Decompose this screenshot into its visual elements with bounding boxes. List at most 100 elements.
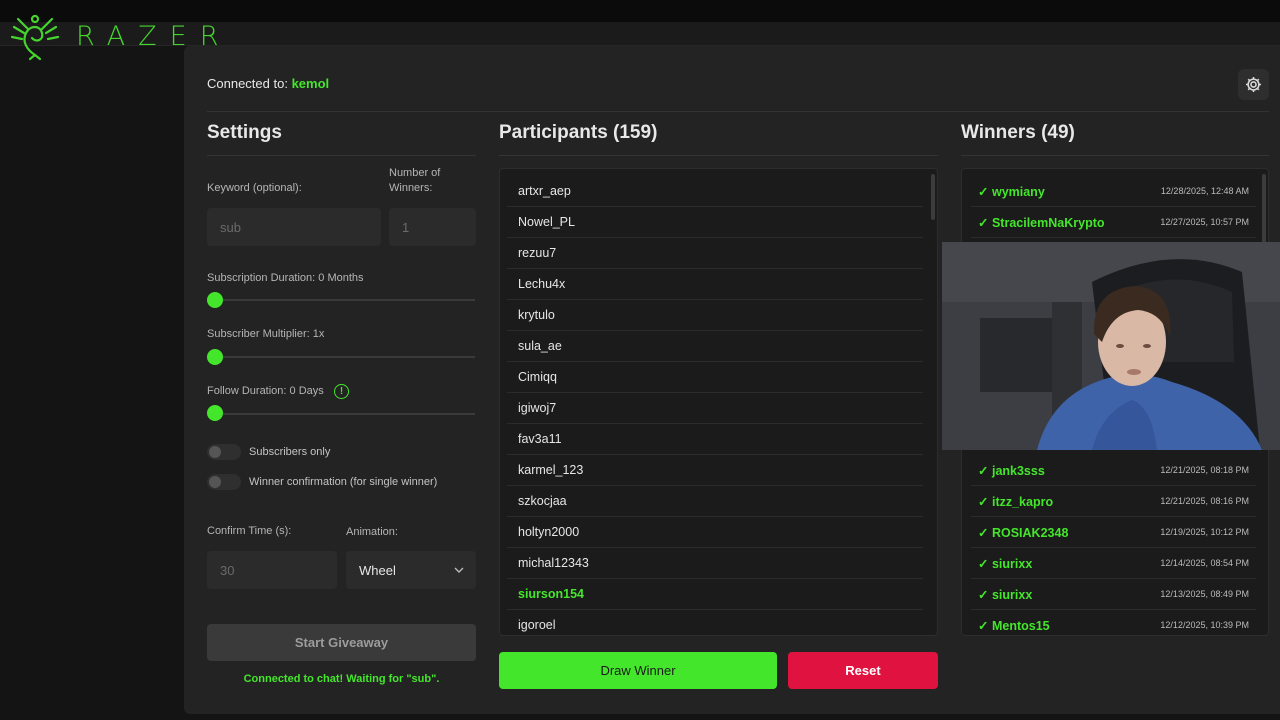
winner-row[interactable]: ✓ siurixx 12/13/2025, 08:49 PM	[971, 579, 1256, 610]
confirm-time-label: Confirm Time (s):	[207, 525, 292, 537]
razer-logo: RAZER	[8, 10, 231, 62]
participant-row[interactable]: Nowel_PL	[507, 207, 923, 238]
winner-date: 12/27/2025, 10:57 PM	[1160, 217, 1249, 227]
winner-date: 12/28/2025, 12:48 AM	[1160, 186, 1249, 196]
winner-row[interactable]: ✓ jank3sss 12/21/2025, 08:18 PM	[971, 455, 1256, 486]
winner-confirmation-label: Winner confirmation (for single winner)	[249, 476, 438, 488]
winner-name-text: ROSIAK2348	[991, 525, 1069, 540]
winner-row[interactable]: ✓ itzz_kapro 12/21/2025, 08:16 PM	[971, 486, 1256, 517]
razer-snake-icon	[10, 14, 60, 61]
winner-name-text: wymiany	[991, 184, 1045, 199]
chevron-down-icon	[454, 567, 464, 573]
animation-select[interactable]: Wheel	[346, 551, 476, 589]
winner-confirmation-toggle[interactable]	[207, 474, 241, 490]
participant-row[interactable]: holtyn2000	[507, 517, 923, 548]
subscription-duration-handle[interactable]	[207, 292, 223, 308]
participant-row[interactable]: fav3a11	[507, 424, 923, 455]
connected-prefix: Connected to:	[207, 76, 288, 91]
winner-name: ✓ siurixx	[978, 556, 1032, 571]
reset-button[interactable]: Reset	[788, 652, 938, 689]
participants-list[interactable]: artxr_aep Nowel_PL rezuu7 Lechu4x krytulo sul…	[499, 168, 938, 636]
winner-date: 12/19/2025, 10:12 PM	[1160, 527, 1249, 537]
participant-row[interactable]: igiwoj7	[507, 393, 923, 424]
check-icon: ✓	[978, 556, 989, 571]
gear-icon	[1245, 76, 1262, 93]
subscriber-multiplier-handle[interactable]	[207, 349, 223, 365]
settings-button[interactable]	[1238, 69, 1269, 100]
winner-date: 12/21/2025, 08:18 PM	[1160, 465, 1249, 475]
check-icon: ✓	[978, 494, 989, 509]
subscription-duration-slider[interactable]	[215, 299, 475, 301]
animation-label: Animation:	[346, 526, 398, 538]
subscriber-multiplier-slider[interactable]	[215, 356, 475, 358]
draw-winner-button[interactable]: Draw Winner	[499, 652, 777, 689]
participant-row[interactable]: artxr_aep	[507, 176, 923, 207]
keyword-label: Keyword (optional):	[207, 182, 302, 194]
streamer-webcam-image	[942, 242, 1280, 450]
header-divider	[207, 111, 1269, 112]
webcam-overlay	[942, 242, 1280, 450]
keyword-input[interactable]: sub	[207, 208, 381, 246]
razer-wordmark: RAZER	[76, 20, 232, 52]
winner-name: ✓ ROSIAK2348	[978, 525, 1068, 540]
participant-row[interactable]: siurson154	[507, 579, 923, 610]
winner-name-text: StracilemNaKrypto	[991, 215, 1105, 230]
winner-row[interactable]: ✓ siurixx 12/14/2025, 08:54 PM	[971, 548, 1256, 579]
winners-title: Winners (49)	[961, 122, 1075, 143]
winner-date: 12/14/2025, 08:54 PM	[1160, 558, 1249, 568]
follow-duration-label: Follow Duration: 0 Days	[207, 385, 324, 397]
animation-selected: Wheel	[359, 562, 396, 578]
winner-date: 12/21/2025, 08:16 PM	[1160, 496, 1249, 506]
start-giveaway-button[interactable]: Start Giveaway	[207, 624, 476, 661]
check-icon: ✓	[978, 463, 989, 478]
channel-name: kemol	[291, 76, 330, 91]
winner-date: 12/12/2025, 10:39 PM	[1160, 620, 1249, 630]
follow-duration-handle[interactable]	[207, 405, 223, 421]
participants-divider	[499, 155, 938, 156]
participant-row[interactable]: rezuu7	[507, 238, 923, 269]
winner-name: ✓ StracilemNaKrypto	[978, 215, 1105, 230]
info-icon[interactable]: !	[334, 384, 349, 399]
winner-row[interactable]: ✓ StracilemNaKrypto 12/27/2025, 10:57 PM	[971, 207, 1256, 238]
check-icon: ✓	[978, 525, 989, 540]
winner-name: ✓ itzz_kapro	[978, 494, 1053, 509]
winner-row[interactable]: ✓ wymiany 12/28/2025, 12:48 AM	[971, 176, 1256, 207]
winner-name-text: Mentos15	[991, 618, 1050, 633]
winner-name: ✓ wymiany	[978, 184, 1045, 199]
winner-name-text: siurixx	[991, 587, 1033, 602]
settings-divider	[207, 155, 476, 156]
participant-row[interactable]: Lechu4x	[507, 269, 923, 300]
subscription-duration-label: Subscription Duration: 0 Months	[207, 272, 364, 284]
participant-row[interactable]: karmel_123	[507, 455, 923, 486]
participant-row[interactable]: krytulo	[507, 300, 923, 331]
winner-name-text: itzz_kapro	[991, 494, 1054, 509]
winner-row[interactable]: ✓ ROSIAK2348 12/19/2025, 10:12 PM	[971, 517, 1256, 548]
participants-scrollbar[interactable]	[931, 174, 935, 220]
participant-row[interactable]: szkocjaa	[507, 486, 923, 517]
chat-status: Connected to chat! Waiting for "sub".	[243, 673, 440, 685]
participant-row[interactable]: sula_ae	[507, 331, 923, 362]
settings-title: Settings	[207, 122, 282, 143]
winners-divider	[961, 155, 1269, 156]
winner-name: ✓ Mentos15	[978, 618, 1050, 633]
participants-title: Participants (159)	[499, 122, 658, 143]
winner-row[interactable]: ✓ Mentos15 12/12/2025, 10:39 PM	[971, 610, 1256, 635]
winners-count-input[interactable]: 1	[389, 208, 476, 246]
participant-row[interactable]: Cimiqq	[507, 362, 923, 393]
participant-row[interactable]: igoroel	[507, 610, 923, 635]
winner-name-text: siurixx	[991, 556, 1033, 571]
winners-count-label: Number of Winners:	[389, 167, 441, 194]
follow-duration-slider[interactable]	[215, 413, 475, 415]
winner-name: ✓ jank3sss	[978, 463, 1045, 478]
subscribers-only-toggle[interactable]	[207, 444, 241, 460]
check-icon: ✓	[978, 618, 989, 633]
check-icon: ✓	[978, 587, 989, 602]
subscribers-only-label: Subscribers only	[249, 446, 331, 458]
subscriber-multiplier-label: Subscriber Multiplier: 1x	[207, 328, 325, 340]
winner-date: 12/13/2025, 08:49 PM	[1160, 589, 1249, 599]
check-icon: ✓	[978, 184, 989, 199]
winner-name: ✓ siurixx	[978, 587, 1032, 602]
participant-row[interactable]: michal12343	[507, 548, 923, 579]
connection-status: Connected to: kemol	[207, 76, 329, 91]
confirm-time-input[interactable]: 30	[207, 551, 337, 589]
